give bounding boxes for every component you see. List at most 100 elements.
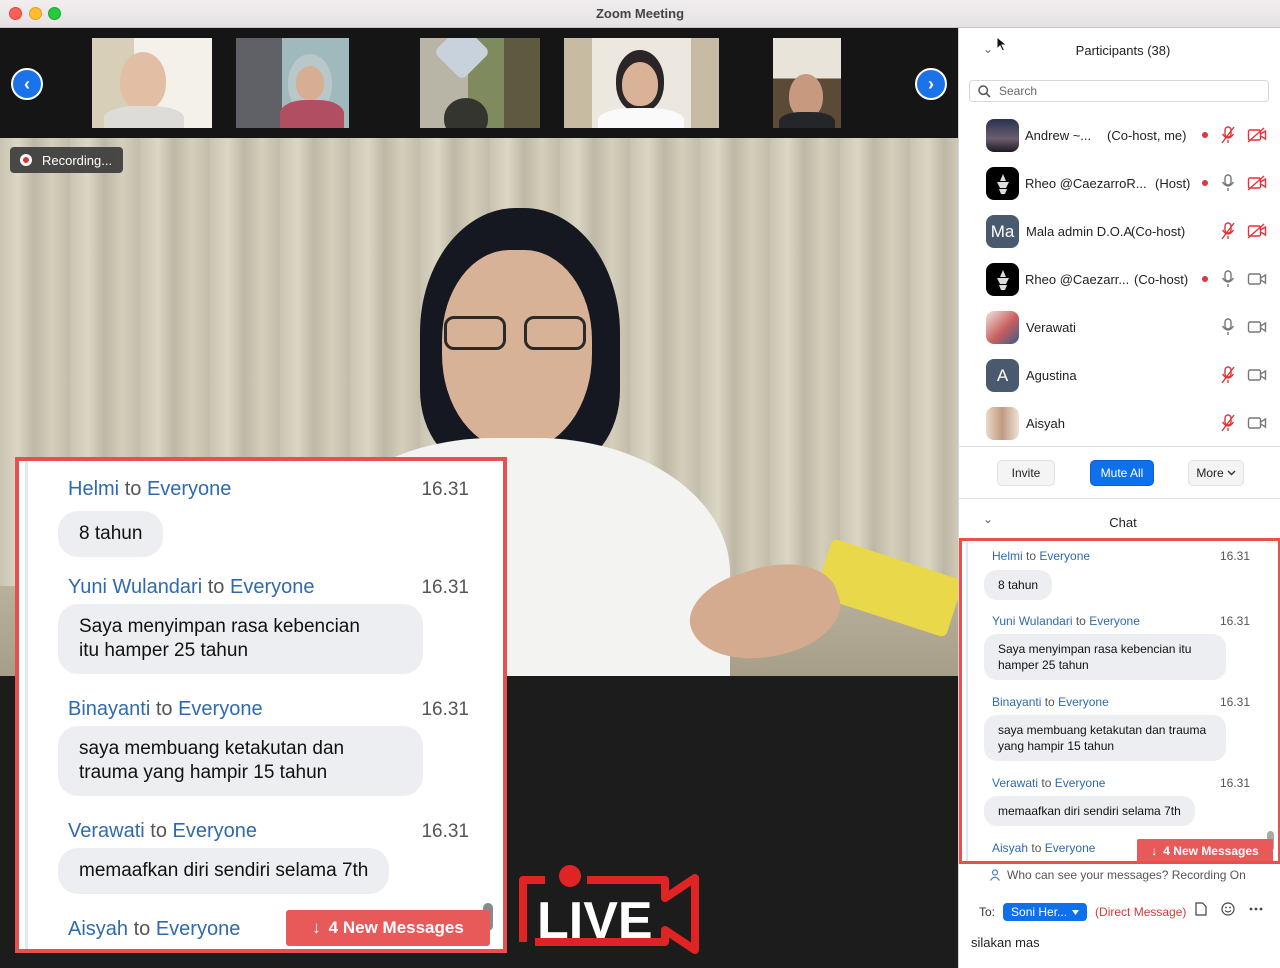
chat-bubble: Saya menyimpan rasa kebencian itu hamper… <box>58 604 423 674</box>
live-camera-icon: LIVE <box>519 865 699 954</box>
thumbnail-strip: ‹ › <box>0 28 958 138</box>
more-label: More <box>1196 466 1224 480</box>
file-icon[interactable] <box>1195 902 1207 916</box>
chat-to-word: to <box>1075 614 1086 628</box>
participant-video-thumbnail[interactable] <box>236 38 349 128</box>
chat-to-word: to <box>1041 776 1052 790</box>
mic-muted-icon[interactable] <box>1220 365 1236 385</box>
participant-row[interactable]: Ma Mala admin D.O.A (Co-host) <box>959 208 1280 256</box>
participant-row[interactable]: A Agustina <box>959 352 1280 400</box>
chat-time: 16.31 <box>421 577 469 598</box>
chat-sender[interactable]: Binayanti <box>992 695 1041 709</box>
participant-role: (Co-host, me) <box>1107 128 1187 143</box>
chat-to-word: to <box>124 478 142 500</box>
chat-recipient: Everyone <box>178 698 263 720</box>
camera-off-icon[interactable] <box>1247 174 1267 192</box>
camera-icon[interactable] <box>1247 270 1267 288</box>
participant-video-thumbnail[interactable] <box>420 38 540 128</box>
direct-message-label: (Direct Message) <box>1095 905 1187 919</box>
mic-icon[interactable] <box>1220 269 1236 289</box>
participant-video-thumbnail[interactable] <box>92 38 212 128</box>
search-icon <box>978 84 991 98</box>
chat-sender[interactable]: Helmi <box>992 549 1023 563</box>
mic-icon[interactable] <box>1220 173 1236 193</box>
chat-recipient: Everyone <box>1054 776 1106 790</box>
participant-row[interactable]: Andrew ~... (Co-host, me) <box>959 112 1280 160</box>
participant-row[interactable]: Verawati <box>959 304 1280 352</box>
avatar <box>986 407 1019 440</box>
invite-button[interactable]: Invite <box>997 460 1055 486</box>
camera-icon[interactable] <box>1247 414 1267 432</box>
new-messages-label: 4 New Messages <box>1163 844 1259 858</box>
next-page-button[interactable]: › <box>915 68 947 100</box>
chat-message-list[interactable]: Helmi to Everyone 16.31 8 tahun Yuni Wul… <box>959 538 1280 864</box>
avatar <box>986 263 1019 296</box>
participant-row[interactable]: Aisyah <box>959 400 1280 448</box>
chat-bubble: saya membuang ketakutan dan trauma yang … <box>984 715 1226 761</box>
divider <box>959 446 1280 447</box>
recipient-select[interactable]: Soni Her... <box>1003 903 1088 921</box>
camera-icon[interactable] <box>1247 366 1267 384</box>
mic-muted-icon[interactable] <box>1220 221 1236 241</box>
mic-muted-icon[interactable] <box>1220 413 1236 433</box>
avatar-pattern-icon <box>996 269 1009 290</box>
mic-icon[interactable] <box>1220 317 1236 337</box>
chat-time: 16.31 <box>1219 776 1250 790</box>
chat-bubble-line: saya membuang ketakutan dan <box>79 738 345 759</box>
new-messages-button[interactable]: ↓ 4 New Messages <box>1137 839 1273 861</box>
chat-time: 16.31 <box>421 821 469 842</box>
side-panel: ⌄ Participants (38) Andrew ~... (Co-host… <box>958 28 1280 968</box>
chat-recipient: Everyone <box>155 918 241 940</box>
participant-row[interactable]: Rheo @Caezarr... (Co-host) <box>959 256 1280 304</box>
chat-message-input[interactable] <box>971 930 1271 954</box>
recording-dot-icon <box>1202 132 1208 138</box>
emoji-icon[interactable] <box>1221 902 1235 916</box>
chat-time: 16.31 <box>1219 549 1250 563</box>
participant-role: (Host) <box>1155 176 1191 191</box>
participant-row[interactable]: Rheo @CaezarroR... (Host) <box>959 160 1280 208</box>
zoom-window: Zoom Meeting ‹ › Recording... Helmi to E… <box>0 0 1280 968</box>
chat-bubble-line: itu hamper 25 tahun <box>79 640 249 661</box>
chat-privacy-link[interactable]: Who can see your messages? Recording On <box>989 868 1246 882</box>
chat-sender[interactable]: Yuni Wulandari <box>992 614 1073 628</box>
participant-actions: Invite Mute All More <box>959 456 1280 490</box>
participant-role: (Co-host) <box>1134 272 1189 287</box>
chat-input-tools <box>1195 902 1263 916</box>
chat-sender[interactable]: Verawati <box>992 776 1038 790</box>
chat-recipient: Everyone <box>229 576 315 598</box>
mic-muted-icon[interactable] <box>1220 125 1236 145</box>
arrow-down-icon: ↓ <box>312 918 321 937</box>
recording-label: Recording... <box>42 152 113 168</box>
participant-name: Verawati <box>1026 320 1076 335</box>
recording-dot-icon <box>1202 276 1208 282</box>
participant-video-thumbnail[interactable] <box>564 38 719 128</box>
chat-bubble-line: trauma yang hampir 15 tahun <box>79 762 328 783</box>
chat-to-word: to <box>1031 841 1042 855</box>
people-icon <box>990 869 1000 881</box>
chat-sender: Yuni Wulandari <box>68 576 203 598</box>
participant-video-thumbnail[interactable] <box>773 38 841 128</box>
chevron-right-icon: › <box>928 73 934 94</box>
chat-recipient: Everyone <box>146 478 232 500</box>
search-input[interactable] <box>999 84 1249 98</box>
camera-off-icon[interactable] <box>1247 222 1267 240</box>
chat-message-header: Aisyah to Everyone <box>992 841 1095 855</box>
avatar-pattern-icon <box>996 173 1009 194</box>
chat-bubble: saya membuang ketakutan dan trauma yang … <box>58 726 423 796</box>
avatar: A <box>986 359 1019 392</box>
camera-off-icon[interactable] <box>1247 126 1267 144</box>
new-messages-button[interactable]: ↓ 4 New Messages <box>286 910 490 946</box>
recording-indicator[interactable]: Recording... <box>10 147 124 173</box>
prev-page-button[interactable]: ‹ <box>11 68 43 100</box>
camera-icon[interactable] <box>1247 318 1267 336</box>
participant-search[interactable] <box>969 80 1269 102</box>
chat-sender[interactable]: Aisyah <box>992 841 1028 855</box>
window-title: Zoom Meeting <box>595 6 685 21</box>
chat-time: 16.31 <box>1219 614 1250 628</box>
participant-name: Aisyah <box>1026 416 1066 431</box>
more-button[interactable]: More <box>1188 460 1244 486</box>
chat-message-header: Binayanti to Everyone <box>992 695 1109 709</box>
chat-sender: Verawati <box>68 820 145 842</box>
more-options-icon[interactable] <box>1249 907 1263 911</box>
mute-all-button[interactable]: Mute All <box>1090 460 1154 486</box>
